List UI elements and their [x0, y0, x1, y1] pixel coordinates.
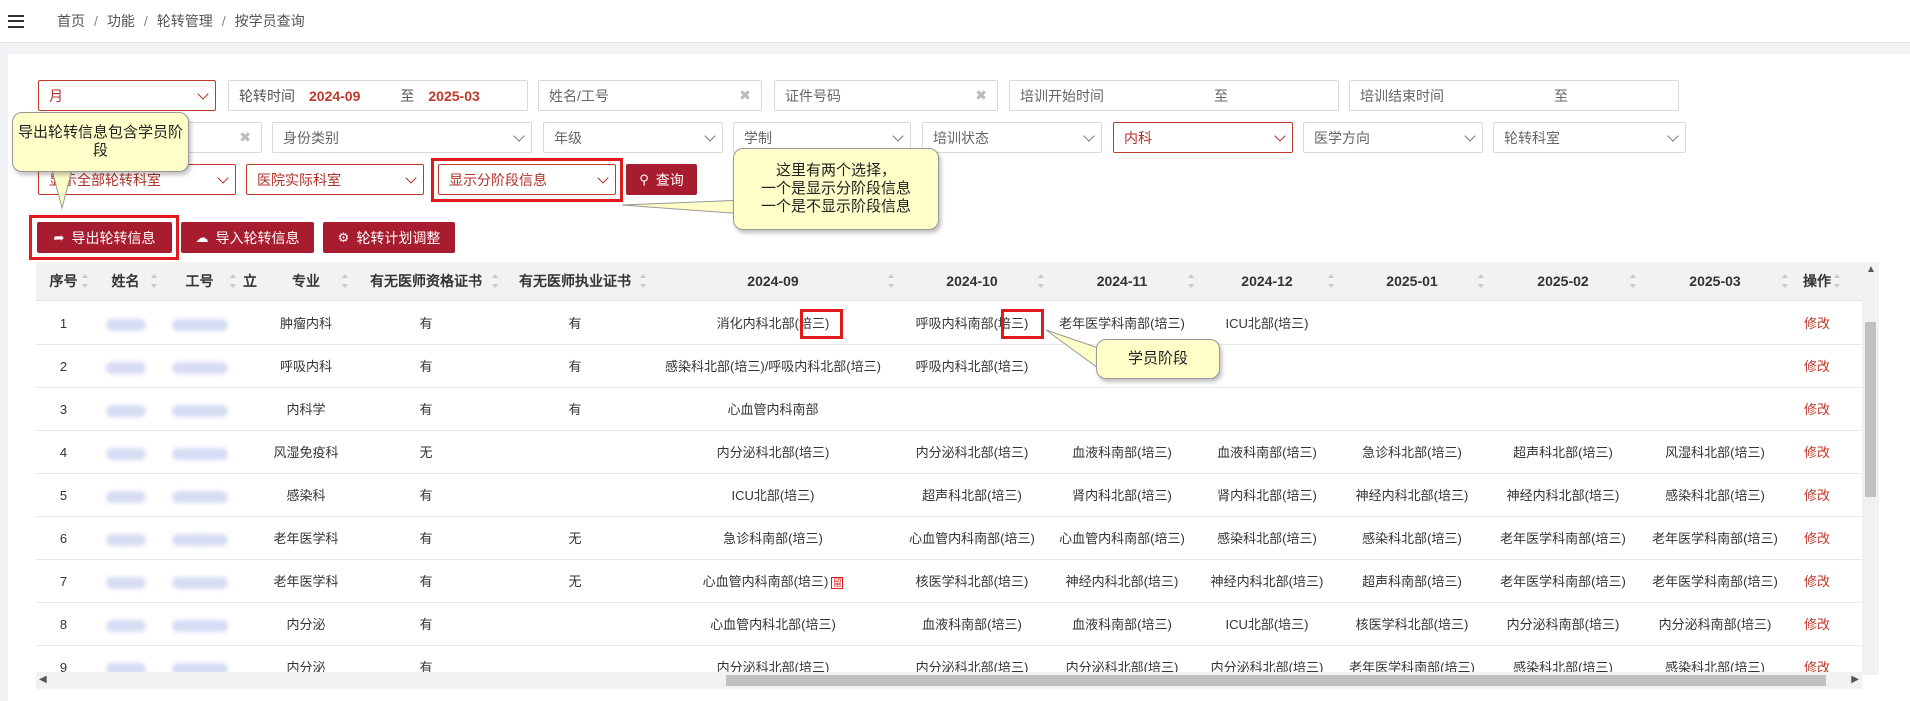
- callout-tails: [51, 169, 1111, 369]
- stage-tip-callout: 这里有两个选择， 一个是显示分阶段信息 一个是不显示阶段信息: [733, 148, 939, 230]
- export-tip-callout: 导出轮转信息包含学员阶段: [12, 112, 189, 172]
- stage-label-callout: 学员阶段: [1096, 339, 1220, 379]
